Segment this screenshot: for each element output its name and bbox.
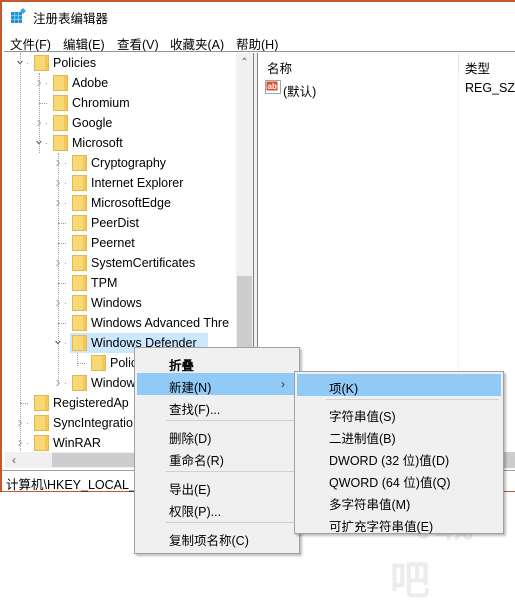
- folder-icon: [72, 155, 87, 171]
- tree-node-label: Windows: [91, 296, 142, 310]
- submenu-item-qword-value[interactable]: QWORD (64 位)值(Q): [297, 468, 501, 490]
- column-header-type[interactable]: 类型: [465, 58, 490, 77]
- value-type: REG_SZ: [465, 81, 515, 95]
- tree-node-label: Google: [72, 116, 113, 130]
- folder-icon: [53, 95, 68, 111]
- tree-guide-line: [39, 103, 47, 104]
- tree-node-label: SystemCertificates: [91, 256, 196, 270]
- submenu-item-key[interactable]: 项(K): [297, 374, 501, 396]
- tree-guide-line: [58, 223, 66, 224]
- submenu-item-binary-value[interactable]: 二进制值(B): [297, 424, 501, 446]
- tree-guide-line: [20, 403, 28, 404]
- tree-node-label: Policies: [53, 56, 97, 70]
- folder-icon: [72, 375, 87, 391]
- tree-guide-line: [58, 243, 66, 244]
- tree-node-label: Peernet: [91, 236, 135, 250]
- tree-node[interactable]: › SystemCertificates: [5, 253, 237, 273]
- folder-icon: [91, 355, 106, 371]
- tree-guide-line: [77, 363, 85, 364]
- tree-node-label: PeerDist: [91, 216, 139, 230]
- tree-node-label: Windows Advanced Thre: [91, 316, 230, 330]
- tree-node[interactable]: Windows Advanced Thre: [5, 313, 237, 333]
- folder-icon: [72, 195, 87, 211]
- menu-item-permissions[interactable]: 权限(P)...: [137, 497, 297, 519]
- tree-guide-line: [20, 53, 21, 453]
- string-value-icon: ab: [265, 80, 281, 94]
- submenu-item-multi-string-value[interactable]: 多字符串值(M): [297, 490, 501, 512]
- menu-item-rename[interactable]: 重命名(R): [137, 446, 297, 468]
- tree-node[interactable]: Peernet: [5, 233, 237, 253]
- folder-icon: [53, 135, 68, 151]
- folder-icon: [34, 55, 49, 71]
- menu-separator: [166, 420, 295, 421]
- value-name[interactable]: (默认): [283, 81, 316, 100]
- menu-item-find[interactable]: 查找(F)...: [137, 395, 297, 417]
- tree-node-label: SyncIntegratio: [53, 416, 133, 430]
- tree-guide-line: [58, 283, 66, 284]
- folder-icon: [72, 295, 87, 311]
- tree-node[interactable]: PeerDist: [5, 213, 237, 233]
- submenu-item-string-value[interactable]: 字符串值(S): [297, 402, 501, 424]
- tree-guide-line: [58, 153, 59, 383]
- menu-item-collapse[interactable]: 折叠: [137, 351, 297, 373]
- folder-icon: [72, 275, 87, 291]
- pane-divider: [4, 51, 515, 52]
- folder-icon: [72, 235, 87, 251]
- folder-icon: [72, 335, 87, 351]
- tree-node-label: TPM: [91, 276, 118, 290]
- folder-icon: [72, 215, 87, 231]
- menu-item-export[interactable]: 导出(E): [137, 475, 297, 497]
- window-title: 注册表编辑器: [33, 12, 109, 26]
- column-header-name[interactable]: 名称: [267, 58, 292, 77]
- tree-node-label: WinRAR: [53, 436, 101, 450]
- svg-text:ab: ab: [268, 82, 277, 91]
- menu-separator: [166, 471, 295, 472]
- menu-item-new[interactable]: 新建(N) ›: [137, 373, 297, 395]
- folder-icon: [72, 315, 87, 331]
- tree-node-label: Adobe: [72, 76, 109, 90]
- submenu-item-dword-value[interactable]: DWORD (32 位)值(D): [297, 446, 501, 468]
- tree-guide-line: [58, 323, 66, 324]
- tree-node[interactable]: › Internet Explorer: [5, 173, 237, 193]
- folder-icon: [34, 435, 49, 451]
- folder-icon: [72, 255, 87, 271]
- menu-item-copy-key-name[interactable]: 复制项名称(C): [137, 526, 297, 548]
- menu-separator: [166, 522, 295, 523]
- tree-node-label: RegisteredAp: [53, 396, 129, 410]
- column-divider[interactable]: [458, 53, 459, 73]
- scroll-up-arrow-icon[interactable]: ⌃: [236, 55, 253, 71]
- regedit-app-icon: [11, 8, 26, 23]
- tree-node[interactable]: › Windows: [5, 293, 237, 313]
- menu-separator: [326, 399, 499, 400]
- tree-node[interactable]: › Cryptography: [5, 153, 237, 173]
- folder-icon: [34, 415, 49, 431]
- tree-node-label: Microsoft: [72, 136, 123, 150]
- tree-node-label: MicrosoftEdge: [91, 196, 171, 210]
- scroll-left-arrow-icon[interactable]: ‹: [6, 452, 22, 468]
- tree-guide-line: [39, 73, 40, 153]
- tree-node-label: Window: [91, 376, 136, 390]
- menu-bar: 文件(F) 编辑(E) 查看(V) 收藏夹(A) 帮助(H): [0, 31, 515, 52]
- tree-node[interactable]: › MicrosoftEdge: [5, 193, 237, 213]
- status-path: 计算机\HKEY_LOCAL_M: [6, 478, 147, 492]
- context-menu: 折叠 新建(N) › 查找(F)... 删除(D) 重命名(R) 导出(E) 权限…: [134, 347, 300, 554]
- folder-icon: [72, 175, 87, 191]
- submenu-item-expandable-string-value[interactable]: 可扩充字符串值(E): [297, 512, 501, 534]
- menu-item-delete[interactable]: 删除(D): [137, 424, 297, 446]
- tree-guide-line: [77, 353, 78, 366]
- folder-icon: [34, 395, 49, 411]
- submenu-arrow-icon: ›: [281, 377, 285, 391]
- tree-node-label: Chromium: [72, 96, 130, 110]
- new-submenu: 项(K) 字符串值(S) 二进制值(B) DWORD (32 位)值(D) QW…: [294, 371, 504, 534]
- tree-node-label: Internet Explorer: [91, 176, 184, 190]
- tree-node[interactable]: TPM: [5, 273, 237, 293]
- tree-node[interactable]: ⌄ Policies: [5, 53, 237, 73]
- tree-node-label: Cryptography: [91, 156, 167, 170]
- folder-icon: [53, 75, 68, 91]
- folder-icon: [53, 115, 68, 131]
